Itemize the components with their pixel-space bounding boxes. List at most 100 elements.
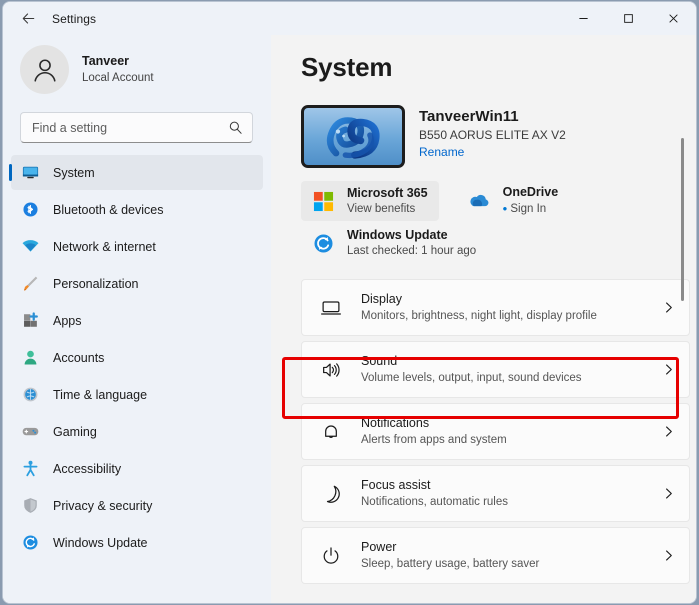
quick-tiles: Microsoft 365 View benefits OneDrive • S… [301,181,690,263]
settings-row-subtitle: Sleep, battery usage, battery saver [361,558,540,570]
device-name: TanveerWin11 [419,108,519,125]
settings-row-text: Display Monitors, brightness, night ligh… [361,291,662,324]
sidebar-item-gaming[interactable]: Gaming [11,414,263,449]
window-title: Settings [52,11,97,26]
monitor-icon [20,163,40,183]
sidebar-item-personalization[interactable]: Personalization [11,266,263,301]
minimize-button[interactable] [561,2,606,35]
microsoft-logo-icon [310,188,336,214]
settings-row-title: Notifications [361,416,430,430]
tile-subtitle: • Sign In [502,201,547,216]
tile-title: OneDrive [502,185,559,199]
person-avatar-icon [33,58,56,82]
sidebar-item-label: Accounts [53,350,105,365]
title-bar: Settings [3,2,696,35]
tile-title: Windows Update [347,227,448,242]
moon-icon [318,481,344,507]
sidebar-item-label: Windows Update [53,535,148,550]
sidebar-item-bluetooth-devices[interactable]: Bluetooth & devices [11,192,263,227]
tile-subtitle: View benefits [347,202,416,215]
monitor-icon [318,295,344,321]
settings-row-power[interactable]: Power Sleep, battery usage, battery save… [301,527,690,584]
close-icon [669,14,678,23]
gamepad-icon [20,422,40,442]
sidebar-item-label: Apps [53,313,82,328]
sidebar-item-label: Personalization [53,276,139,291]
account-text: Tanveer Local Account [82,53,154,86]
sidebar-item-system[interactable]: System [9,155,263,190]
back-button[interactable] [11,6,45,32]
paintbrush-icon [20,274,40,294]
tile-subtitle: Last checked: 1 hour ago [347,244,477,257]
sidebar-item-network-internet[interactable]: Network & internet [11,229,263,264]
settings-row-subtitle: Alerts from apps and system [361,434,507,446]
onedrive-cloud-icon [466,188,492,214]
sidebar-item-label: System [53,165,95,180]
sidebar-item-accessibility[interactable]: Accessibility [11,451,263,486]
settings-row-subtitle: Monitors, brightness, night light, displ… [361,310,597,322]
settings-row-display[interactable]: Display Monitors, brightness, night ligh… [301,279,690,336]
scrollbar[interactable] [677,95,689,595]
power-icon [318,543,344,569]
chevron-right-icon [662,487,675,500]
chevron-right-icon [662,301,675,314]
settings-row-subtitle: Notifications, automatic rules [361,496,509,508]
settings-row-sound[interactable]: Sound Volume levels, output, input, soun… [301,341,690,398]
windows11-bloom-wallpaper-thumbnail [301,105,405,168]
quick-tiles-row-2: Windows Update Last checked: 1 hour ago [301,223,690,263]
shield-icon [20,496,40,516]
maximize-button[interactable] [606,2,651,35]
tile-windows-update[interactable]: Windows Update Last checked: 1 hour ago [301,223,690,263]
account-type: Local Account [82,72,154,84]
wifi-icon [20,237,40,257]
settings-row-text: Power Sleep, battery usage, battery save… [361,539,662,572]
device-model: B550 AORUS ELITE AX V2 [419,128,566,142]
search-icon[interactable] [228,120,243,135]
page-title: System [301,52,393,82]
main-content: System TanveerWin11 B550 AORUS ELITE AX … [271,35,696,603]
update-refresh-icon [20,533,40,553]
settings-list: Display Monitors, brightness, night ligh… [301,279,690,584]
tile-text: OneDrive • Sign In [503,185,559,217]
sidebar-item-accounts[interactable]: Accounts [11,340,263,375]
update-refresh-icon [310,230,336,256]
tile-microsoft-365[interactable]: Microsoft 365 View benefits [301,181,439,221]
search-box[interactable] [20,112,253,143]
device-card: TanveerWin11 B550 AORUS ELITE AX V2 Rena… [301,105,696,168]
settings-row-title: Display [361,292,402,306]
settings-row-text: Sound Volume levels, output, input, soun… [361,353,662,386]
close-button[interactable] [651,2,696,35]
tile-title: Microsoft 365 [347,185,428,200]
chevron-right-icon [662,425,675,438]
clock-globe-icon [20,385,40,405]
account-name: Tanveer [82,54,130,68]
settings-row-focus-assist[interactable]: Focus assist Notifications, automatic ru… [301,465,690,522]
settings-row-subtitle: Volume levels, output, input, sound devi… [361,372,582,384]
sidebar-item-label: Gaming [53,424,97,439]
search-input[interactable] [32,120,228,135]
tile-onedrive[interactable]: OneDrive • Sign In [457,181,570,221]
chevron-right-icon [662,549,675,562]
device-info: TanveerWin11 B550 AORUS ELITE AX V2 Rena… [419,105,566,161]
account-section[interactable]: Tanveer Local Account [3,35,271,106]
sidebar-item-time-language[interactable]: Time & language [11,377,263,412]
accessibility-person-icon [20,459,40,479]
sidebar-item-label: Accessibility [53,461,122,476]
sidebar-item-windows-update[interactable]: Windows Update [11,525,263,560]
settings-row-title: Sound [361,354,398,368]
settings-row-notifications[interactable]: Notifications Alerts from apps and syste… [301,403,690,460]
settings-window: Settings Tanveer Local Account Find a se… [2,1,697,604]
sidebar-item-privacy-security[interactable]: Privacy & security [11,488,263,523]
back-arrow-icon [22,13,34,24]
tile-text: Microsoft 365 View benefits [347,186,428,217]
scrollbar-thumb[interactable] [681,138,684,301]
rename-link[interactable]: Rename [419,145,464,159]
sidebar: Tanveer Local Account Find a setting Sys… [3,35,271,603]
apps-icon [20,311,40,331]
window-body: Tanveer Local Account Find a setting Sys… [3,35,696,603]
sidebar-item-apps[interactable]: Apps [11,303,263,338]
avatar [20,45,69,94]
bell-icon [318,419,344,445]
speaker-icon [318,357,344,383]
sidebar-item-label: Bluetooth & devices [53,202,164,217]
